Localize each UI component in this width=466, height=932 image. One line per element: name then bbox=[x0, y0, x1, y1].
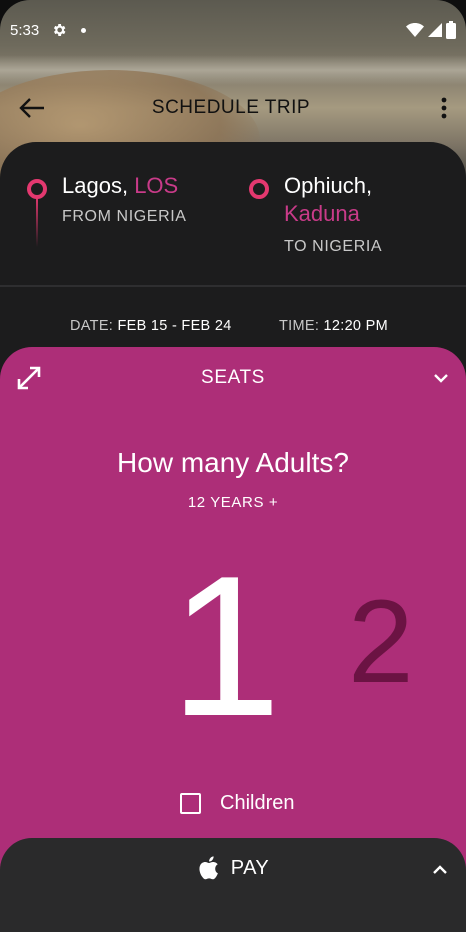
destination-city-line2: Kaduna bbox=[284, 201, 360, 226]
children-checkbox[interactable]: Children bbox=[180, 792, 294, 815]
destination-country: TO NIGERIA bbox=[284, 238, 383, 255]
notification-dot-icon bbox=[81, 27, 87, 33]
more-vert-icon[interactable] bbox=[440, 96, 448, 120]
origin-code: LOS bbox=[134, 173, 179, 198]
app-bar: SCHEDULE TRIP bbox=[0, 80, 466, 136]
seats-title: SEATS bbox=[201, 367, 265, 388]
chevron-up-icon[interactable] bbox=[432, 862, 448, 878]
gear-icon bbox=[54, 24, 66, 36]
location-pin-icon bbox=[249, 179, 269, 199]
adults-question: How many Adults? bbox=[117, 447, 349, 478]
origin-city-name: Lagos, bbox=[62, 173, 129, 198]
status-right bbox=[406, 21, 456, 39]
status-time: 5:33 bbox=[10, 21, 40, 39]
pay-label: PAY bbox=[230, 856, 270, 879]
adults-age-note: 12 YEARS + bbox=[187, 494, 279, 511]
pay-bar[interactable]: PAY bbox=[0, 838, 466, 932]
wifi-icon bbox=[406, 23, 424, 37]
time-label: TIME: bbox=[279, 318, 320, 334]
origin-country: FROM NIGERIA bbox=[62, 208, 187, 225]
pay-button[interactable]: PAY bbox=[0, 856, 466, 880]
route: Lagos, LOS FROM NIGERIA Ophiuch, Kaduna … bbox=[0, 172, 466, 282]
page-title: SCHEDULE TRIP bbox=[151, 97, 311, 118]
date-label: DATE: bbox=[70, 318, 114, 334]
signal-icon bbox=[428, 23, 442, 37]
origin-city: Lagos, LOS bbox=[62, 172, 178, 200]
date-value: FEB 15 - FEB 24 bbox=[117, 318, 232, 334]
status-bar: 5:33 bbox=[0, 0, 466, 60]
trip-date[interactable]: DATE: FEB 15 - FEB 24 bbox=[70, 318, 232, 334]
trip-time[interactable]: TIME: 12:20 PM bbox=[279, 318, 388, 334]
location-pin-icon bbox=[27, 179, 47, 247]
destination-city: Ophiuch, bbox=[284, 173, 373, 198]
adult-count-next[interactable]: 2 bbox=[348, 572, 414, 712]
arrow-left-icon[interactable] bbox=[18, 96, 46, 120]
divider bbox=[0, 285, 466, 287]
adult-count-selected[interactable]: 1 bbox=[170, 527, 281, 767]
checkbox-icon[interactable] bbox=[180, 793, 201, 814]
battery-icon bbox=[446, 21, 456, 39]
time-value: 12:20 PM bbox=[323, 318, 388, 334]
apple-icon bbox=[199, 856, 218, 880]
children-label: Children bbox=[220, 792, 295, 814]
chevron-down-icon[interactable] bbox=[433, 370, 449, 386]
